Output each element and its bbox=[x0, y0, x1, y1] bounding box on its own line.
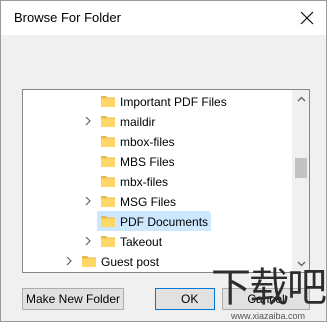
tree-item-takeout[interactable]: Takeout bbox=[23, 231, 293, 251]
watermark-logo-text: 下载吧 bbox=[211, 265, 327, 311]
folder-icon bbox=[101, 216, 115, 227]
expand-arrow[interactable] bbox=[83, 116, 93, 126]
expand-arrow[interactable] bbox=[64, 256, 74, 266]
expand-arrow[interactable] bbox=[83, 196, 93, 206]
folder-icon bbox=[101, 96, 115, 107]
tree-item-mbox-files[interactable]: mbox-files bbox=[23, 131, 293, 151]
tree-item-label: mbox-files bbox=[120, 135, 175, 149]
folder-tree[interactable]: Important PDF Files maildir mbox-files M… bbox=[22, 89, 310, 273]
tree-item-label: PDF Documents bbox=[117, 213, 212, 231]
folder-icon bbox=[101, 236, 115, 247]
tree-item-msg-files[interactable]: MSG Files bbox=[23, 191, 293, 211]
tree-item-pdf-documents[interactable]: PDF Documents bbox=[23, 211, 293, 231]
watermark-url: www.xiazaiba.com bbox=[231, 311, 306, 321]
close-button[interactable] bbox=[296, 7, 318, 29]
make-new-folder-button[interactable]: Make New Folder bbox=[22, 288, 124, 310]
folder-icon bbox=[101, 156, 115, 167]
folder-icon bbox=[101, 176, 115, 187]
chevron-right-icon bbox=[85, 116, 91, 126]
browse-for-folder-dialog: Browse For Folder Important PDF Files ma… bbox=[0, 0, 327, 322]
chevron-right-icon bbox=[85, 196, 91, 206]
tree-item-maildir[interactable]: maildir bbox=[23, 111, 293, 131]
watermark: 下载吧 www.xiazaiba.com bbox=[201, 263, 327, 322]
folder-icon bbox=[101, 116, 115, 127]
folder-icon bbox=[101, 136, 115, 147]
tree-item-label: maildir bbox=[120, 115, 156, 129]
vertical-scrollbar[interactable] bbox=[292, 90, 309, 272]
chevron-right-icon bbox=[85, 236, 91, 246]
folder-icon bbox=[101, 196, 115, 207]
expand-arrow[interactable] bbox=[83, 236, 93, 246]
folder-icon bbox=[82, 256, 96, 267]
tree-item-label: MBS Files bbox=[120, 155, 175, 169]
tree-item-label: Important PDF Files bbox=[120, 95, 227, 109]
scroll-up-button[interactable] bbox=[293, 90, 309, 107]
scroll-thumb[interactable] bbox=[295, 158, 307, 178]
tree-item-label: mbx-files bbox=[120, 175, 169, 189]
tree-item-label: MSG Files bbox=[120, 195, 177, 209]
chevron-up-icon bbox=[297, 96, 306, 101]
close-icon bbox=[300, 11, 314, 25]
tree-item-label: Takeout bbox=[120, 235, 163, 249]
chevron-right-icon bbox=[66, 256, 72, 266]
tree-item-label: Guest post bbox=[101, 255, 160, 269]
tree-item-mbs-files[interactable]: MBS Files bbox=[23, 151, 293, 171]
tree-item-important-pdf-files[interactable]: Important PDF Files bbox=[23, 91, 293, 111]
title-bar: Browse For Folder bbox=[1, 1, 326, 35]
tree-item-mbx-files[interactable]: mbx-files bbox=[23, 171, 293, 191]
dialog-title: Browse For Folder bbox=[14, 10, 121, 25]
